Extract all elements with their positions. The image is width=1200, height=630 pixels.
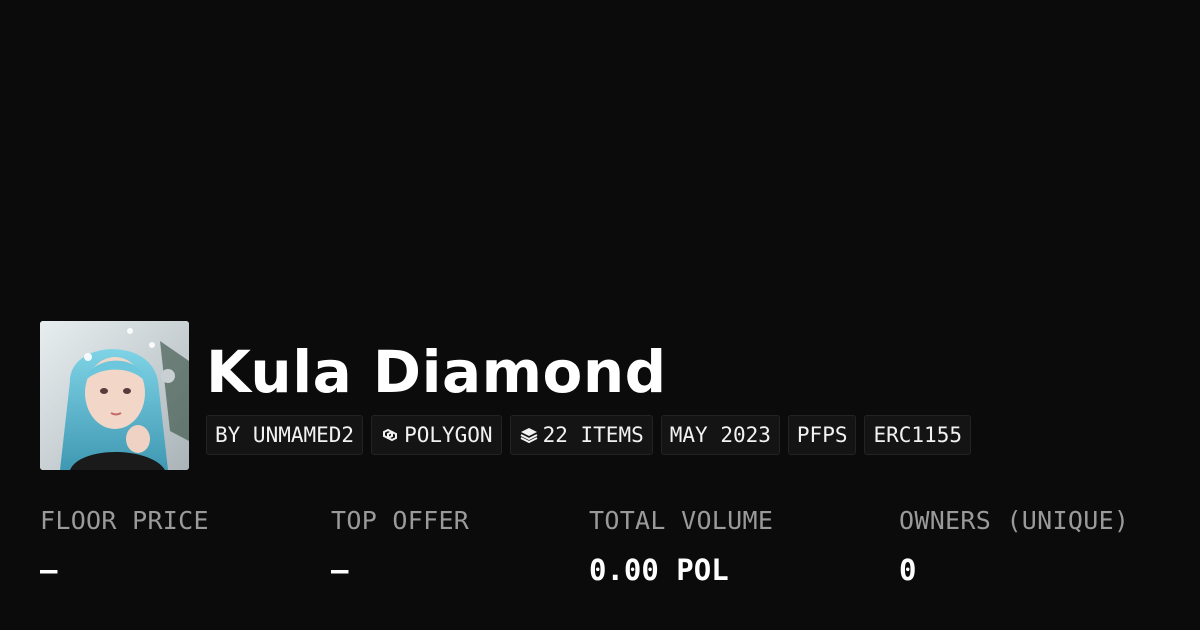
stat-label: TOTAL VOLUME — [589, 506, 774, 535]
items-badge[interactable]: 22 ITEMS — [509, 415, 653, 455]
stat-floor-price: FLOOR PRICE – — [40, 506, 209, 587]
items-badge-label: 22 ITEMS — [542, 423, 644, 447]
stat-label: FLOOR PRICE — [40, 506, 209, 535]
stat-value: – — [40, 553, 58, 587]
creator-badge[interactable]: BY UNMAMED2 — [206, 415, 364, 455]
badge-row: BY UNMAMED2 POLYGON 22 ITEMS MAY 2023 PF… — [206, 415, 979, 455]
standard-badge: ERC1155 — [864, 415, 971, 455]
layers-icon — [519, 425, 539, 445]
date-badge: MAY 2023 — [660, 415, 780, 455]
stat-value: – — [331, 553, 349, 587]
stat-label: OWNERS (UNIQUE) — [899, 506, 1130, 535]
stat-top-offer: TOP OFFER – — [331, 506, 469, 587]
creator-badge-label: BY UNMAMED2 — [215, 423, 355, 447]
category-badge[interactable]: PFPS — [787, 415, 857, 455]
polygon-chain-icon — [380, 425, 400, 445]
stat-label: TOP OFFER — [331, 506, 470, 535]
stats-row: FLOOR PRICE – TOP OFFER – TOTAL VOLUME 0… — [40, 506, 1190, 596]
category-badge-label: PFPS — [796, 423, 848, 447]
chain-badge[interactable]: POLYGON — [371, 415, 502, 455]
stat-value: 0 — [899, 553, 917, 587]
stat-value: 0.00 POL — [589, 553, 729, 587]
date-badge-label: MAY 2023 — [669, 423, 771, 447]
collection-avatar — [40, 321, 189, 470]
standard-badge-label: ERC1155 — [873, 423, 962, 447]
collection-header: Kula Diamond BY UNMAMED2 POLYGON 22 ITEM… — [40, 321, 979, 470]
collection-title: Kula Diamond — [206, 338, 667, 406]
chain-badge-label: POLYGON — [404, 423, 493, 447]
title-block: Kula Diamond BY UNMAMED2 POLYGON 22 ITEM… — [206, 321, 979, 455]
stat-total-volume: TOTAL VOLUME 0.00 POL — [589, 506, 773, 587]
collection-card: Kula Diamond BY UNMAMED2 POLYGON 22 ITEM… — [0, 0, 1200, 630]
stat-owners: OWNERS (UNIQUE) 0 — [899, 506, 1129, 587]
